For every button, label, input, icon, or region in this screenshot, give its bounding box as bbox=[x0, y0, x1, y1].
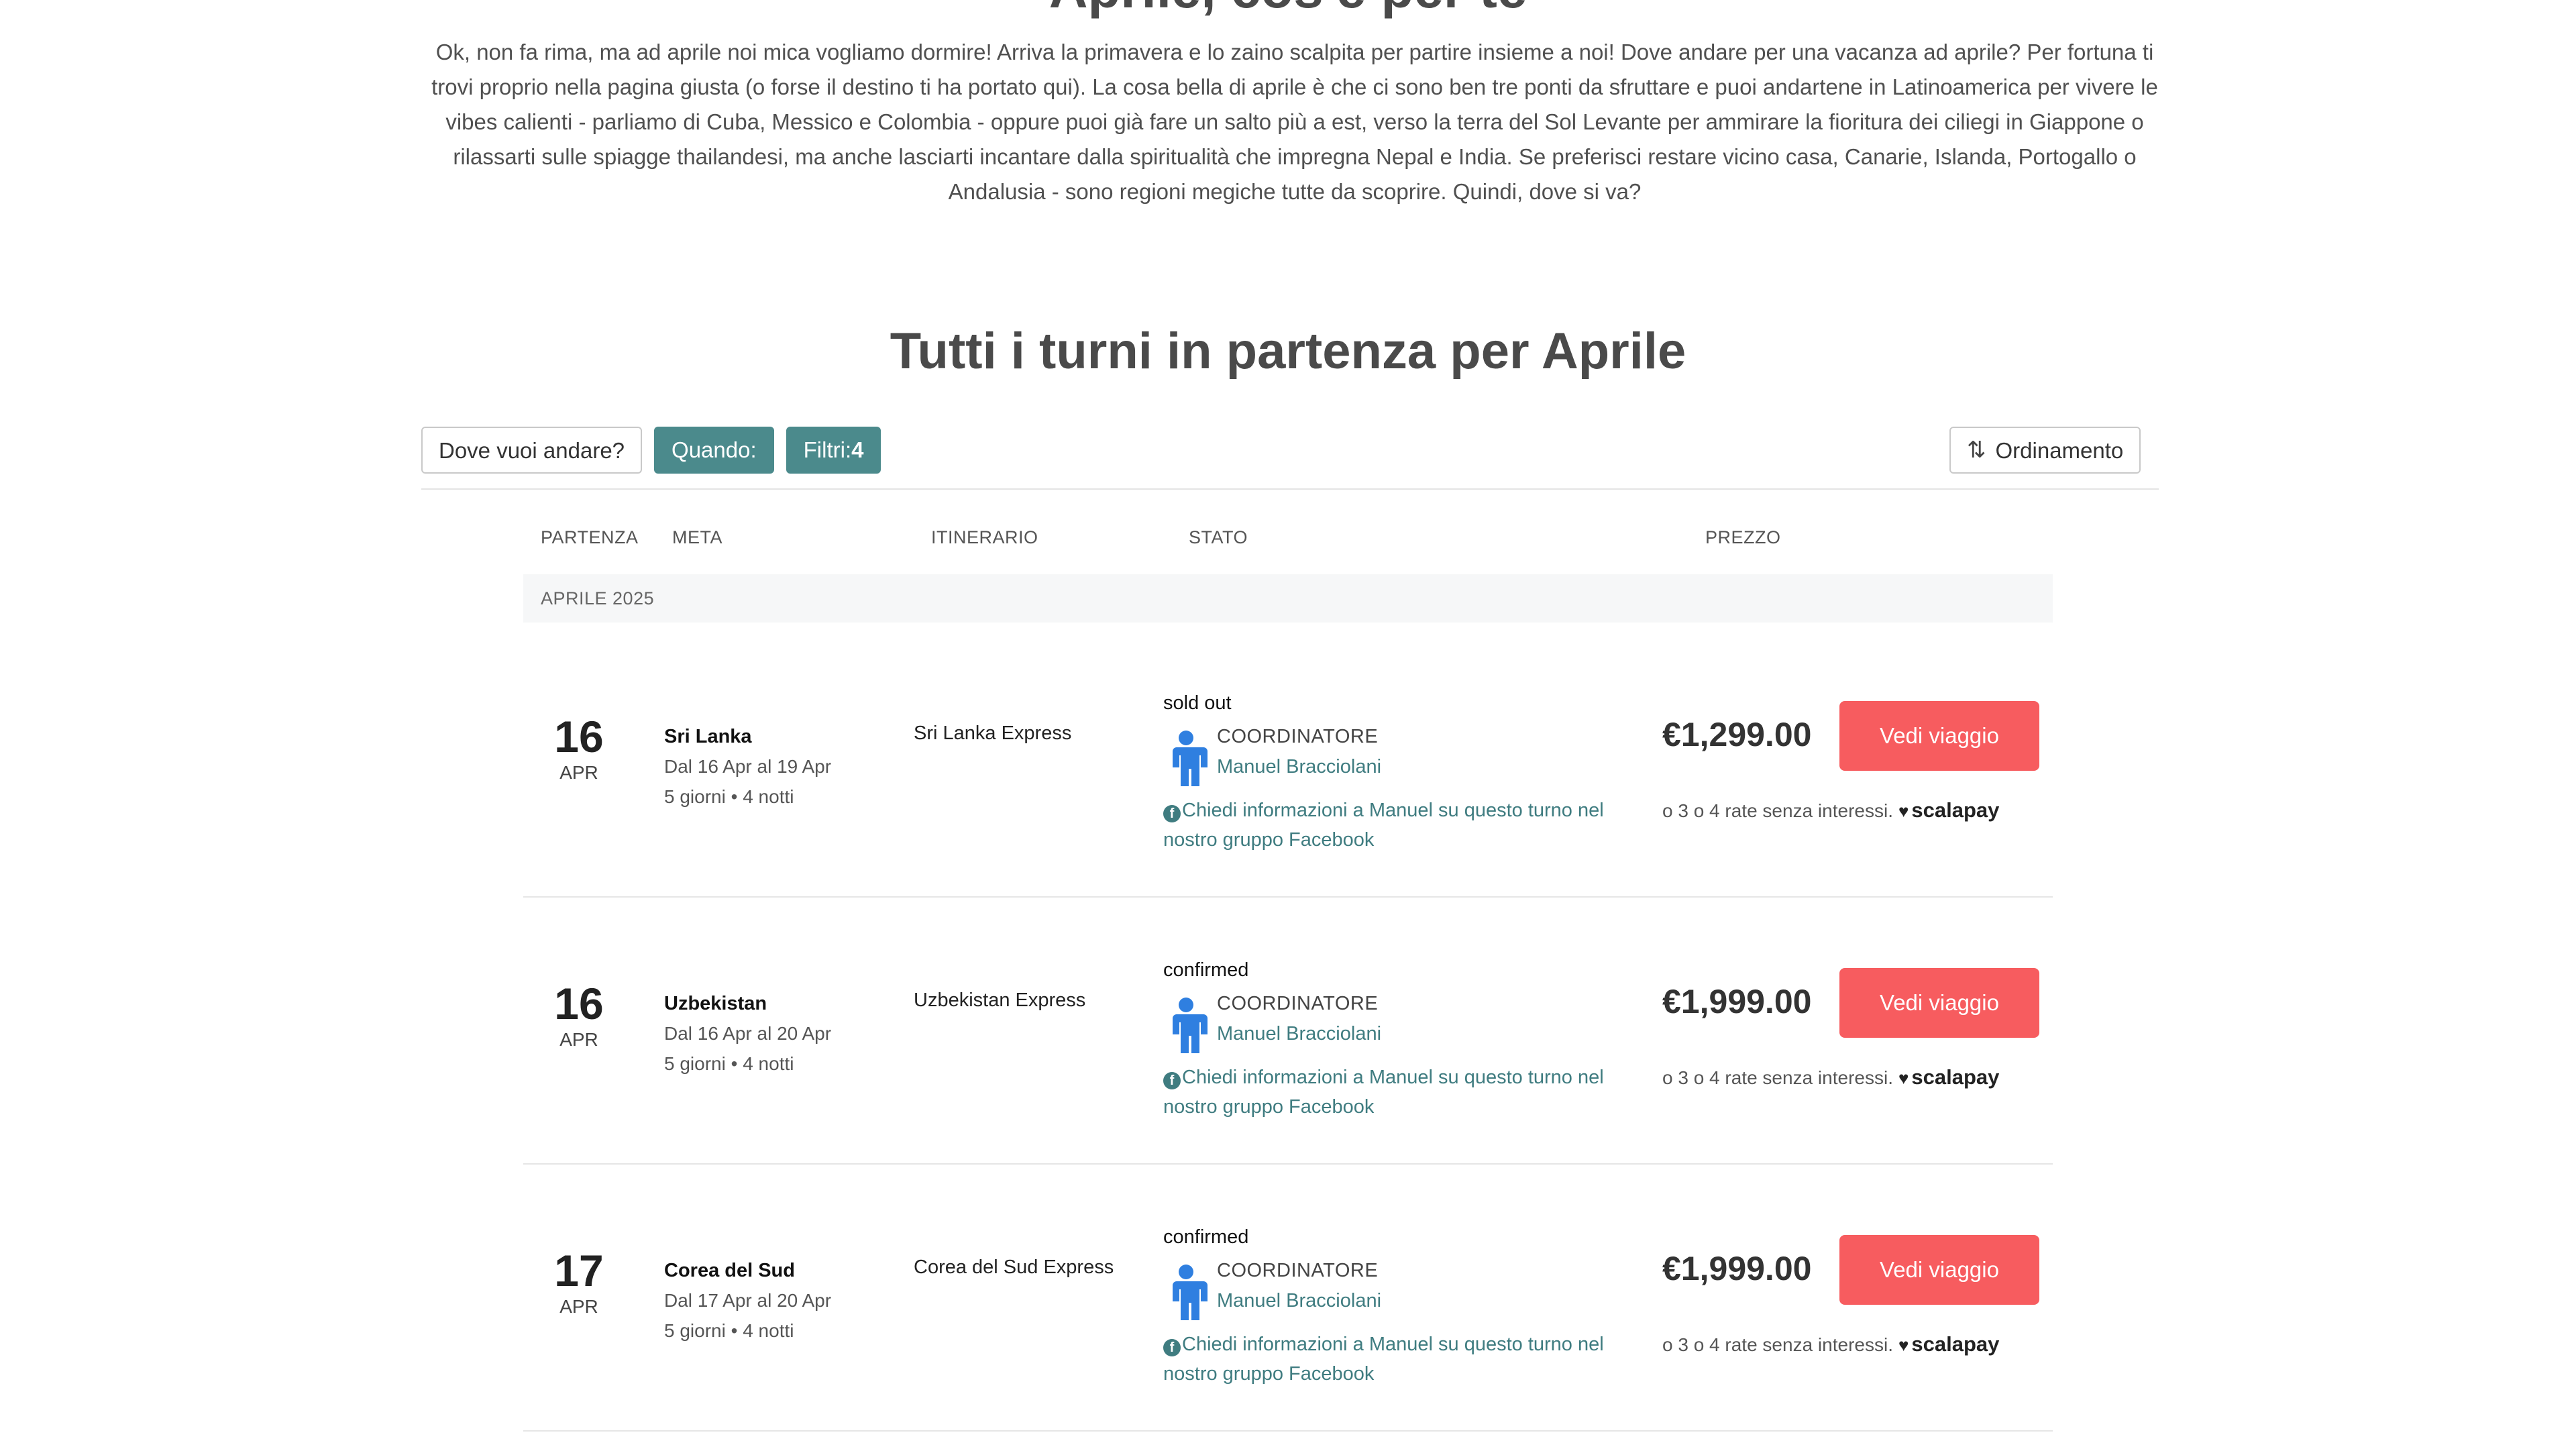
installments-info: o 3 o 4 rate senza interessi. ♥ scalapay bbox=[1662, 798, 1999, 822]
scalapay-brand: scalapay bbox=[1911, 1065, 2000, 1089]
scalapay-logo: ♥ scalapay bbox=[1898, 1065, 1999, 1089]
sort-arrows-icon: ⇅ bbox=[1967, 437, 1986, 463]
installments-text: o 3 o 4 rate senza interessi. bbox=[1662, 1067, 1893, 1088]
departure-month: APR bbox=[559, 1296, 598, 1317]
column-header-price: PREZZO bbox=[1705, 527, 1781, 547]
page: Aprile, cos'è per te Ok, non fa rima, ma… bbox=[0, 0, 2576, 1449]
trip-dates: Dal 16 Apr al 20 Apr bbox=[664, 1023, 832, 1044]
coordinator-person-icon bbox=[1169, 731, 1208, 786]
section-title: Tutti i turni in partenza per Aprile bbox=[890, 323, 1686, 380]
trip-duration: 5 giorni • 4 notti bbox=[664, 786, 794, 807]
intro-paragraph: Ok, non fa rima, ma ad aprile noi mica v… bbox=[431, 40, 2158, 204]
view-trip-button[interactable]: Vedi viaggio bbox=[1839, 968, 2039, 1038]
trip-price: €1,999.00 bbox=[1662, 983, 1812, 1020]
departure-day: 17 bbox=[554, 1246, 604, 1295]
coordinator-name-link[interactable]: Manuel Bracciolani bbox=[1217, 1023, 1381, 1045]
month-group-header: APRILE 2025 bbox=[523, 574, 2053, 623]
column-header-itinerary: ITINERARIO bbox=[931, 527, 1038, 547]
facebook-group-link[interactable]: f Chiedi informazioni a Manuel su questo … bbox=[1163, 1063, 1633, 1122]
trip-price: €1,999.00 bbox=[1662, 1250, 1812, 1287]
filters-count: 4 bbox=[851, 437, 864, 462]
scalapay-logo: ♥ scalapay bbox=[1898, 1332, 1999, 1356]
trip-status: confirmed bbox=[1163, 1226, 1249, 1248]
trip-row: 17 APR Corea del Sud Dal 17 Apr al 20 Ap… bbox=[523, 1165, 2053, 1432]
facebook-link-text: Chiedi informazioni a Manuel su questo t… bbox=[1163, 1334, 1604, 1385]
facebook-group-link[interactable]: f Chiedi informazioni a Manuel su questo … bbox=[1163, 1330, 1633, 1389]
filters-label: Filtri: bbox=[803, 437, 852, 462]
sort-button[interactable]: ⇅ Ordinamento bbox=[1949, 427, 2141, 474]
filters-button[interactable]: Filtri: 4 bbox=[786, 427, 881, 474]
installments-info: o 3 o 4 rate senza interessi. ♥ scalapay bbox=[1662, 1332, 1999, 1356]
coordinator-label: COORDINATORE bbox=[1217, 1260, 1379, 1281]
scalapay-logo: ♥ scalapay bbox=[1898, 798, 1999, 822]
installments-text: o 3 o 4 rate senza interessi. bbox=[1662, 1334, 1893, 1355]
destination-filter-button[interactable]: Dove vuoi andare? bbox=[421, 427, 643, 474]
facebook-icon: f bbox=[1163, 1339, 1181, 1356]
scalapay-brand: scalapay bbox=[1911, 1332, 2000, 1356]
heart-icon: ♥ bbox=[1898, 801, 1909, 821]
divider bbox=[421, 488, 2159, 490]
trip-status: confirmed bbox=[1163, 959, 1249, 981]
facebook-icon: f bbox=[1163, 805, 1181, 822]
trip-status: sold out bbox=[1163, 692, 1232, 714]
trip-dates: Dal 16 Apr al 19 Apr bbox=[664, 756, 832, 777]
coordinator-label: COORDINATORE bbox=[1217, 993, 1379, 1014]
facebook-group-link[interactable]: f Chiedi informazioni a Manuel su questo … bbox=[1163, 796, 1633, 855]
installments-info: o 3 o 4 rate senza interessi. ♥ scalapay bbox=[1662, 1065, 1999, 1089]
itinerary-name: Corea del Sud Express bbox=[914, 1256, 1114, 1278]
scalapay-brand: scalapay bbox=[1911, 798, 2000, 822]
facebook-link-text: Chiedi informazioni a Manuel su questo t… bbox=[1163, 1067, 1604, 1118]
column-header-status: STATO bbox=[1189, 527, 1248, 547]
facebook-icon: f bbox=[1163, 1072, 1181, 1089]
destination-name: Sri Lanka bbox=[664, 726, 752, 747]
departure-day: 16 bbox=[554, 712, 604, 761]
departure-month: APR bbox=[559, 1029, 598, 1050]
coordinator-name-link[interactable]: Manuel Bracciolani bbox=[1217, 756, 1381, 778]
trip-row: 16 APR Uzbekistan Dal 16 Apr al 20 Apr 5… bbox=[523, 898, 2053, 1165]
installments-text: o 3 o 4 rate senza interessi. bbox=[1662, 800, 1893, 821]
heart-icon: ♥ bbox=[1898, 1335, 1909, 1355]
trip-row: 16 APR Sri Lanka Dal 16 Apr al 19 Apr 5 … bbox=[523, 631, 2053, 898]
trip-duration: 5 giorni • 4 notti bbox=[664, 1053, 794, 1074]
destination-name: Corea del Sud bbox=[664, 1260, 795, 1281]
facebook-link-text: Chiedi informazioni a Manuel su questo t… bbox=[1163, 800, 1604, 851]
destination-name: Uzbekistan bbox=[664, 993, 767, 1014]
itinerary-name: Uzbekistan Express bbox=[914, 989, 1086, 1011]
trip-duration: 5 giorni • 4 notti bbox=[664, 1320, 794, 1341]
itinerary-name: Sri Lanka Express bbox=[914, 722, 1072, 744]
view-trip-button[interactable]: Vedi viaggio bbox=[1839, 1235, 2039, 1305]
filter-bar: Dove vuoi andare? Quando: Filtri: 4 bbox=[421, 427, 881, 476]
heart-icon: ♥ bbox=[1898, 1068, 1909, 1088]
coordinator-person-icon bbox=[1169, 998, 1208, 1053]
page-heading: Aprile, cos'è per te bbox=[0, 0, 2576, 20]
trip-price: €1,299.00 bbox=[1662, 716, 1812, 753]
coordinator-name-link[interactable]: Manuel Bracciolani bbox=[1217, 1290, 1381, 1312]
sort-label: Ordinamento bbox=[1995, 437, 2124, 463]
column-header-departure: PARTENZA bbox=[541, 527, 639, 547]
coordinator-person-icon bbox=[1169, 1265, 1208, 1320]
departure-month: APR bbox=[559, 762, 598, 783]
coordinator-label: COORDINATORE bbox=[1217, 726, 1379, 747]
when-filter-button[interactable]: Quando: bbox=[654, 427, 774, 474]
trip-dates: Dal 17 Apr al 20 Apr bbox=[664, 1290, 832, 1311]
view-trip-button[interactable]: Vedi viaggio bbox=[1839, 701, 2039, 771]
column-header-destination: META bbox=[672, 527, 722, 547]
departure-day: 16 bbox=[554, 979, 604, 1028]
